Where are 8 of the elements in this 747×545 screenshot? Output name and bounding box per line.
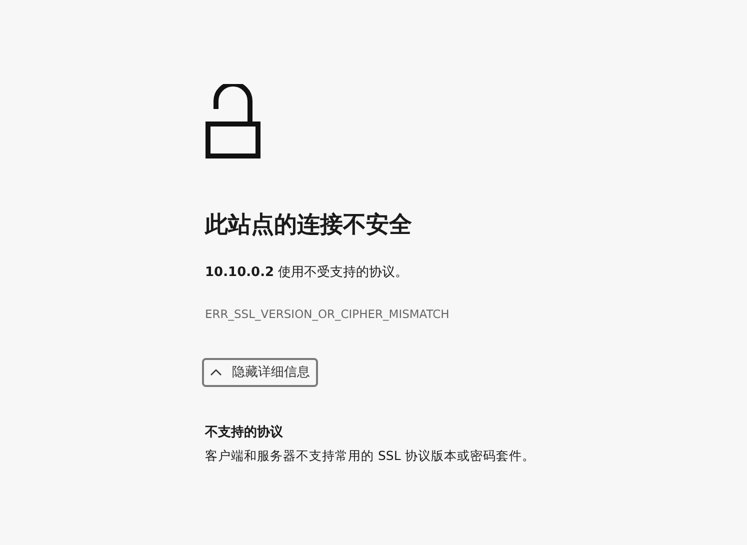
unlocked-padlock-icon: [205, 84, 261, 159]
caret-icon: [210, 368, 222, 376]
details-text: 客户端和服务器不支持常用的 SSL 协议版本或密码套件。: [205, 446, 536, 465]
error-message: 10.10.0.2 使用不受支持的协议。: [205, 264, 410, 282]
page-heading: 此站点的连接不安全: [205, 211, 413, 240]
details-toggle-button[interactable]: 隐藏详细信息: [202, 358, 318, 388]
error-code: ERR_SSL_VERSION_OR_CIPHER_MISMATCH: [205, 306, 450, 324]
details-title: 不支持的协议: [205, 424, 284, 442]
